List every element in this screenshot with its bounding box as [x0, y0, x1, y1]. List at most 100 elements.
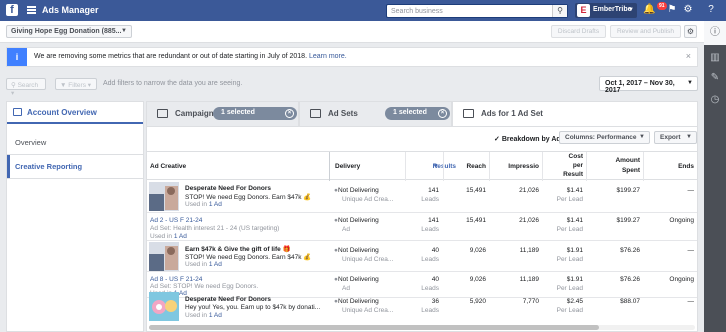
creative-body-text: STOP! We need Egg Donors. Earn $47k: [185, 194, 302, 201]
ad-set-name: Ad Set: Health interest 21 - 24 (US targ…: [150, 225, 280, 232]
search-icon: ⚲: [11, 82, 16, 89]
help-icon[interactable]: ?: [705, 4, 717, 16]
column-delivery[interactable]: Delivery: [329, 152, 405, 181]
adsets-selected-label: 1 selected: [393, 109, 427, 116]
settings-gear-icon[interactable]: ⚙: [682, 4, 694, 16]
edit-pencil-icon[interactable]: ✎: [708, 71, 722, 85]
ends-value: —: [687, 187, 695, 194]
column-ends[interactable]: Ends: [643, 152, 697, 181]
nav-overview[interactable]: Overview: [15, 138, 46, 147]
delivery-sub: Unique Ad Crea...: [342, 307, 394, 314]
column-label: Ends: [678, 163, 694, 170]
learn-more-link[interactable]: Learn more.: [309, 53, 347, 60]
column-label: Delivery: [335, 163, 361, 170]
used-in-link[interactable]: 1 Ad: [174, 233, 187, 240]
search-filter-dropdown[interactable]: ⚲ Search ▾: [6, 78, 46, 97]
column-results[interactable]: Results ▼: [405, 152, 456, 181]
chart-icon[interactable]: ▥: [708, 51, 722, 65]
nav-creative-reporting[interactable]: Creative Reporting: [15, 162, 82, 171]
search-icon[interactable]: ⚲: [552, 5, 567, 17]
used-in-link[interactable]: 1 Ad: [209, 201, 222, 208]
review-publish-button[interactable]: Review and Publish: [610, 25, 681, 38]
chevron-down-icon: ▼: [628, 7, 634, 13]
clock-icon[interactable]: ◷: [708, 93, 722, 107]
flag-icon[interactable]: ⚑: [666, 4, 678, 16]
table-row[interactable]: Ad 2 - US F 21-24 Ad Set: Health interes…: [147, 214, 697, 241]
spent-value: $199.27: [616, 187, 641, 194]
grid-icon: [310, 109, 321, 118]
column-amount-spent[interactable]: Amount Spent: [586, 152, 643, 181]
column-ad-creative[interactable]: Ad Creative: [147, 152, 329, 181]
columns-dropdown[interactable]: Columns: Performance ▼: [559, 131, 650, 144]
filter-hint[interactable]: Add filters to narrow the data you are s…: [103, 80, 242, 87]
reach-value: 9,026: [469, 247, 486, 254]
ad-thumbnail: [149, 242, 179, 271]
column-label: per: [572, 162, 583, 169]
delivery-sub: Unique Ad Crea...: [342, 256, 394, 263]
creative-body: STOP! We need Egg Donors. Earn $47k 💰: [185, 193, 311, 201]
clear-selection-icon[interactable]: ×: [438, 109, 447, 118]
breakdown-label: Breakdown by Ad: [501, 136, 561, 143]
app-title[interactable]: Ads Manager: [42, 5, 99, 15]
search-input[interactable]: Search business ⚲: [386, 4, 568, 18]
clear-selection-icon[interactable]: ×: [285, 109, 294, 118]
ads-label: Ads for 1 Ad Set: [481, 109, 543, 118]
search-placeholder: Search business: [391, 8, 443, 15]
emoji-icon: 🎁: [282, 246, 291, 253]
results-value: 36: [431, 298, 439, 305]
table-row[interactable]: Desperate Need For Donors Hey you! Yes, …: [147, 291, 697, 322]
account-selector[interactable]: Giving Hope Egg Donation (885... ▼: [6, 25, 132, 38]
campaigns-selected-pill[interactable]: 1 selected ×: [213, 107, 297, 120]
results-value: 40: [431, 276, 439, 283]
creative-title: Desperate Need For Donors: [185, 296, 271, 303]
discard-drafts-button[interactable]: Discard Drafts: [551, 25, 606, 38]
table-row[interactable]: Earn $47k & Give the gift of life 🎁 STOP…: [147, 242, 697, 272]
date-range-picker[interactable]: Oct 1, 2017 – Nov 30, 2017 ▼: [599, 76, 698, 94]
account-toolbar: Giving Hope Egg Donation (885... ▼ Disca…: [0, 21, 704, 43]
creative-body-text: STOP! We need Egg Donors. Earn $47k: [185, 254, 302, 261]
delivery-status-text: Not Delivering: [337, 298, 379, 305]
top-bar: f Ads Manager Search business ⚲ E EmberT…: [0, 0, 726, 21]
tab-ads[interactable]: Ads for 1 Ad Set: [452, 101, 698, 126]
columns-label: Columns: Performance: [565, 134, 637, 141]
results-sub: Leads: [421, 307, 439, 314]
used-in-prefix: Used in: [185, 312, 208, 319]
tab-campaigns[interactable]: Campaigns 1 selected ×: [146, 101, 299, 126]
horizontal-scrollbar[interactable]: [149, 325, 695, 330]
adsets-selected-pill[interactable]: 1 selected ×: [385, 107, 450, 120]
account-menu[interactable]: E EmberTribe ▼: [575, 3, 637, 18]
tab-ad-sets[interactable]: Ad Sets 1 selected ×: [299, 101, 452, 126]
spent-value: $76.26: [620, 247, 640, 254]
settings-gear-icon[interactable]: ⚙: [684, 25, 697, 38]
column-reach[interactable]: Reach: [443, 152, 489, 181]
breakdown-checkbox[interactable]: ✓ Breakdown by Ad: [494, 135, 561, 143]
used-in: Used in 1 Ad: [185, 261, 222, 268]
export-dropdown[interactable]: Export ▼: [654, 131, 697, 144]
results-sub: Leads: [421, 196, 439, 203]
tab-account-overview[interactable]: Account Overview: [7, 102, 143, 124]
reach-value: 5,920: [469, 298, 486, 305]
info-icon[interactable]: ⓘ: [708, 26, 722, 40]
column-cost-per-result[interactable]: Cost per Result: [542, 152, 586, 181]
ends-value: Ongoing: [669, 217, 694, 224]
table-row[interactable]: Desperate Need For Donors STOP! We need …: [147, 181, 697, 213]
filters-dropdown[interactable]: ▼ Filters ▾: [55, 78, 97, 90]
creative-title-text: Earn $47k & Give the gift of life: [185, 246, 281, 253]
ad-name-link[interactable]: Ad 2 - US F 21-24: [150, 217, 202, 224]
column-impressions[interactable]: Impressio: [489, 152, 542, 181]
close-icon[interactable]: ×: [686, 51, 691, 61]
facebook-logo-icon[interactable]: f: [6, 4, 18, 16]
used-in-link[interactable]: 1 Ad: [209, 261, 222, 268]
menu-icon[interactable]: [27, 6, 36, 14]
used-in-link[interactable]: 1 Ad: [209, 312, 222, 319]
active-indicator: [7, 155, 10, 179]
impressions-value: 7,770: [522, 298, 539, 305]
ad-name-link[interactable]: Ad 8 - US F 21-24: [150, 276, 202, 283]
creative-body: Hey you! Yes, you. Earn up to $47k by do…: [185, 304, 321, 311]
used-in-prefix: Used in: [150, 233, 173, 240]
cost-value: $1.41: [566, 217, 583, 224]
ad-thumbnail: [149, 182, 179, 211]
notifications-icon[interactable]: 🔔: [643, 4, 655, 16]
ends-value: Ongoing: [669, 276, 694, 283]
scrollbar-thumb[interactable]: [149, 325, 599, 330]
